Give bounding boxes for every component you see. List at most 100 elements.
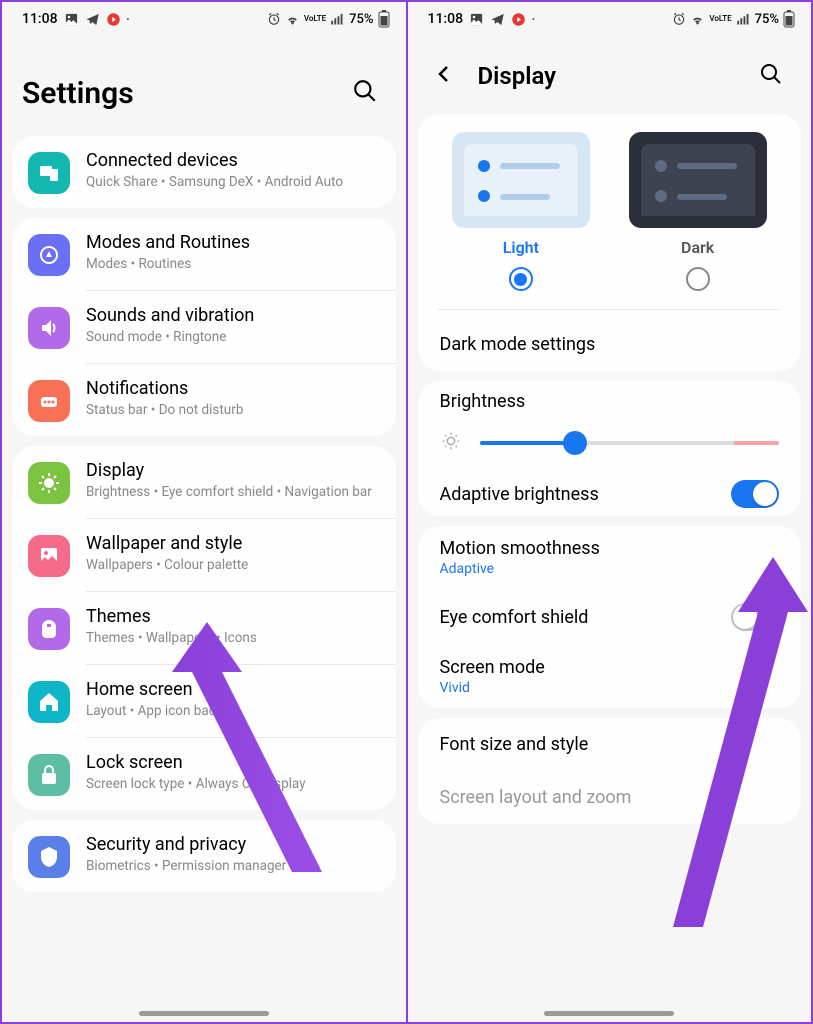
header: Display [408,36,812,114]
clock: 11:08 [22,11,58,27]
themes-icon [28,608,70,650]
dark-label: Dark [681,238,714,257]
font-card: Font size and style Screen layout and zo… [418,718,802,824]
lock-icon [28,754,70,796]
settings-group: Connected devices Quick Share • Samsung … [12,136,396,208]
sound-icon [28,307,70,349]
dark-radio[interactable] [686,267,710,291]
item-title: Modes and Routines [86,232,380,253]
clock: 11:08 [428,11,464,27]
brightness-low-icon [440,430,462,456]
page-title: Display [478,62,734,90]
settings-item[interactable]: Themes Themes • Wallpapers • Icons [12,592,396,664]
status-bar: 11:08 • VoLTE 75% [408,2,812,36]
network-label: VoLTE [709,15,731,23]
search-icon [352,78,378,104]
settings-item[interactable]: Modes and Routines Modes • Routines [12,218,396,290]
brightness-slider[interactable] [480,441,780,445]
more-dot: • [532,15,535,24]
settings-group: Display Brightness • Eye comfort shield … [12,446,396,810]
gallery-icon [469,12,484,27]
light-preview-icon [452,132,590,228]
settings-item[interactable]: Security and privacy Biometrics • Permis… [12,820,396,892]
telegram-icon [85,12,100,27]
connected-devices-icon [28,152,70,194]
nav-handle[interactable] [139,1011,269,1016]
item-subtitle: Themes • Wallpapers • Icons [86,630,380,648]
search-icon [759,62,783,86]
page-title: Settings [22,76,134,111]
item-title: Themes [86,606,380,627]
item-title: Security and privacy [86,834,380,855]
item-subtitle: Status bar • Do not disturb [86,402,380,420]
settings-item[interactable]: Wallpaper and style Wallpapers • Colour … [12,519,396,591]
signal-icon [736,12,751,27]
settings-item[interactable]: Sounds and vibration Sound mode • Ringto… [12,291,396,363]
item-subtitle: Wallpapers • Colour palette [86,557,380,575]
security-icon [28,836,70,878]
eye-comfort-toggle[interactable] [731,603,779,631]
alarm-icon [267,12,281,26]
light-theme-option[interactable]: Light [448,132,595,291]
font-size-row[interactable]: Font size and style [418,718,802,771]
nav-handle[interactable] [544,1011,674,1016]
gallery-icon [64,12,79,27]
adaptive-brightness-label: Adaptive brightness [440,484,599,505]
modes-icon [28,234,70,276]
settings-item[interactable]: Home screen Layout • App icon badges [12,665,396,737]
wifi-icon [285,12,300,27]
dark-theme-option[interactable]: Dark [624,132,771,291]
settings-list[interactable]: Connected devices Quick Share • Samsung … [2,136,406,892]
item-title: Connected devices [86,150,380,171]
item-title: Lock screen [86,752,380,773]
brightness-card: Brightness Adaptive brightness [418,381,802,516]
settings-item[interactable]: Connected devices Quick Share • Samsung … [12,136,396,208]
item-subtitle: Sound mode • Ringtone [86,329,380,347]
battery-icon [378,10,390,28]
motion-value: Adaptive [440,561,780,577]
adaptive-brightness-toggle[interactable] [731,480,779,508]
item-title: Notifications [86,378,380,399]
battery-percent: 75% [755,12,779,27]
wifi-icon [690,12,705,27]
motion-smoothness-row[interactable]: Motion smoothness Adaptive [418,526,802,589]
youtube-icon [106,12,121,27]
item-subtitle: Brightness • Eye comfort shield • Naviga… [86,484,380,502]
item-subtitle: Biometrics • Permission manager [86,858,380,876]
back-icon [432,62,456,86]
signal-icon [330,12,345,27]
screen-mode-row[interactable]: Screen mode Vivid [418,645,802,708]
screen-mode-value: Vivid [440,680,780,696]
screen-layout-row[interactable]: Screen layout and zoom [418,771,802,824]
eye-comfort-label: Eye comfort shield [440,607,589,628]
display-icon [28,462,70,504]
theme-card: Light Dark Dark mode settings [418,114,802,371]
home-icon [28,681,70,723]
light-label: Light [503,238,539,257]
item-title: Sounds and vibration [86,305,380,326]
wallpaper-icon [28,535,70,577]
header: Settings [2,36,406,136]
telegram-icon [490,12,505,27]
notifications-icon [28,380,70,422]
light-radio[interactable] [509,267,533,291]
item-subtitle: Screen lock type • Always On Display [86,776,380,794]
search-button[interactable] [344,70,386,116]
search-button[interactable] [751,54,791,98]
settings-group: Security and privacy Biometrics • Permis… [12,820,396,892]
settings-item[interactable]: Notifications Status bar • Do not distur… [12,364,396,436]
item-title: Wallpaper and style [86,533,380,554]
battery-percent: 75% [349,12,373,27]
display-screen: 11:08 • VoLTE 75% Display [408,2,812,1022]
status-bar: 11:08 • VoLTE 75% [2,2,406,36]
settings-screen: 11:08 • VoLTE 75% Settings [2,2,408,1022]
settings-item[interactable]: Display Brightness • Eye comfort shield … [12,446,396,518]
brightness-label: Brightness [440,391,780,412]
settings-item[interactable]: Lock screen Screen lock type • Always On… [12,738,396,810]
item-subtitle: Layout • App icon badges [86,703,380,721]
dark-mode-settings-row[interactable]: Dark mode settings [418,318,802,371]
youtube-icon [511,12,526,27]
screen-mode-label: Screen mode [440,657,780,678]
alarm-icon [672,12,686,26]
back-button[interactable] [428,58,460,94]
